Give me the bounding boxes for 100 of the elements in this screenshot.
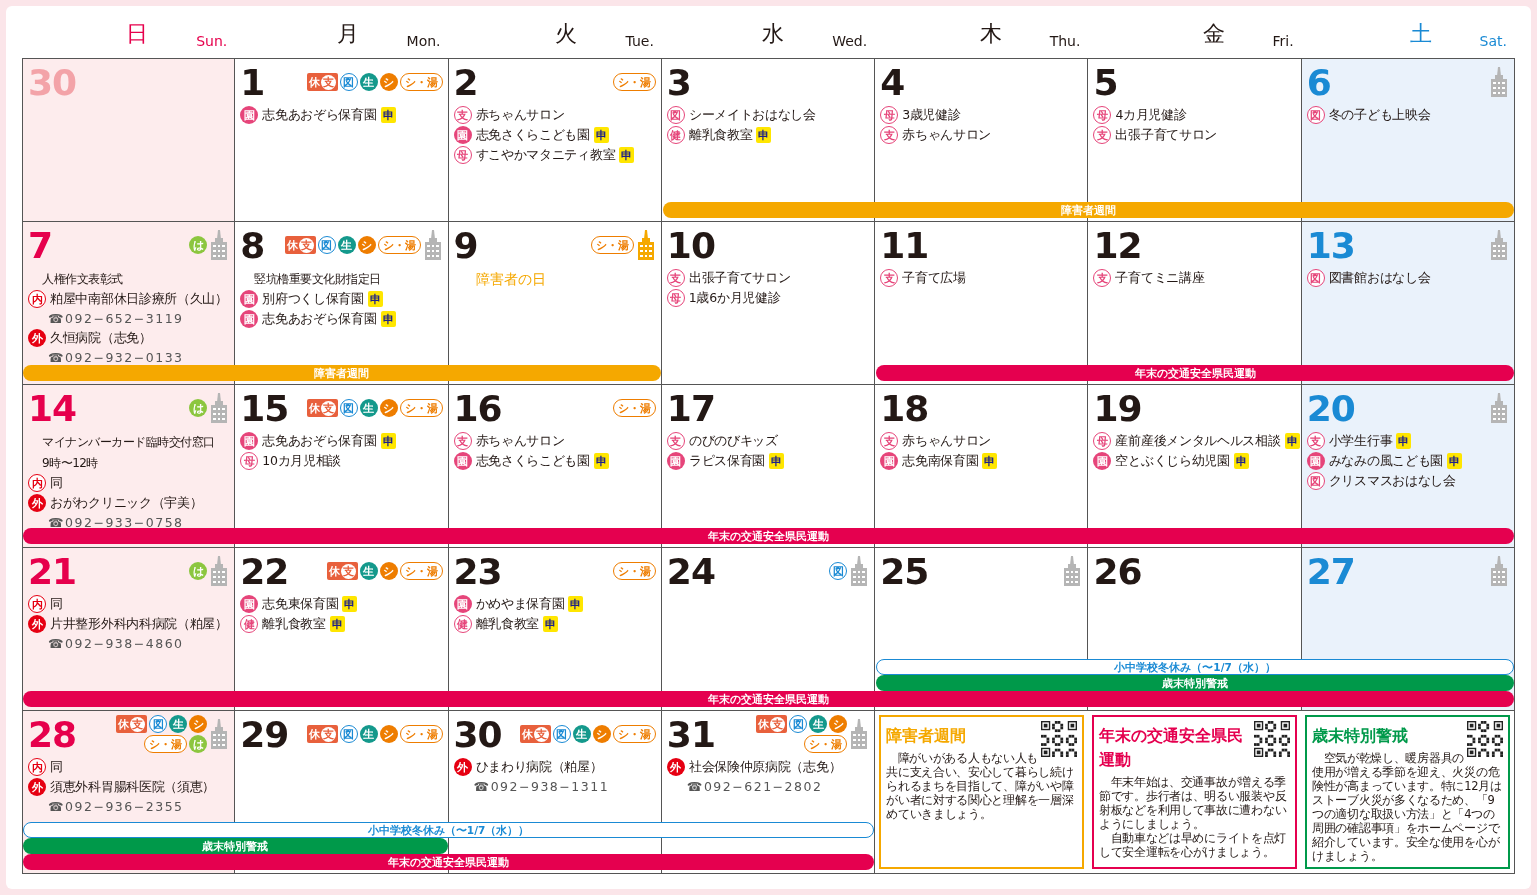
- category-badge: シ・湯: [612, 725, 656, 743]
- category-mark: 外: [453, 758, 472, 776]
- category-mark: 支: [880, 126, 899, 144]
- closed-badge: 休 支: [116, 715, 148, 733]
- category-badge: 図: [317, 236, 336, 254]
- category-badge: 生: [809, 715, 828, 733]
- weekday-name: Thu.: [1049, 34, 1081, 48]
- category-badge: シ: [357, 236, 376, 254]
- event-text: 志免さくらこども園: [475, 452, 590, 470]
- day-number: 14: [28, 391, 77, 427]
- category-mark: 園: [240, 310, 259, 328]
- event-text: のびのびキッズ: [688, 432, 778, 450]
- category-mark: 図: [666, 106, 685, 124]
- weekday-kanji: 日: [126, 23, 149, 45]
- day-number: 27: [1306, 554, 1355, 590]
- category-badge: は: [189, 236, 208, 254]
- category-badge: 生: [359, 725, 378, 743]
- event-text: 志免南保育園: [902, 452, 979, 470]
- category-badge: シ・湯: [377, 236, 421, 254]
- event-text: 3歳児健診: [902, 106, 961, 124]
- tower-icon: [849, 556, 870, 586]
- category-mark: 母: [453, 146, 472, 164]
- category-mark: 園: [453, 595, 472, 613]
- category-badge: シ・湯: [612, 399, 656, 417]
- category-mark: 支: [1306, 432, 1325, 450]
- apply-tag: 申: [619, 147, 635, 163]
- weekday-kanji: 木: [979, 23, 1002, 45]
- tower-icon: [209, 230, 230, 260]
- apply-tag: 申: [1396, 433, 1412, 449]
- period-bar: 障害者週間: [662, 202, 1514, 218]
- event-text: 社会保険仲原病院（志免）: [688, 758, 842, 776]
- category-mark: 園: [240, 106, 259, 124]
- event-text: 小学生行事: [1328, 432, 1393, 450]
- apply-tag: 申: [342, 596, 358, 612]
- tower-icon: [1489, 67, 1509, 97]
- apply-tag: 申: [380, 433, 396, 449]
- category-badge: シ・湯: [612, 73, 656, 91]
- phone-number: ☎092−936−2355: [47, 798, 185, 816]
- event-text: かめやま保育園: [475, 595, 565, 613]
- notice-title: 障害者週間: [886, 726, 967, 745]
- category-badge: 図: [829, 562, 848, 580]
- event-text: 出張子育てサロン: [688, 269, 791, 287]
- category-badge: 図: [339, 725, 358, 743]
- category-badge: 図: [339, 399, 358, 417]
- category-mark: 園: [1093, 452, 1112, 470]
- closed-badge: 休 支: [306, 725, 338, 743]
- category-mark: 図: [1306, 472, 1325, 490]
- category-badge: シ・湯: [144, 735, 188, 753]
- category-mark: 園: [1306, 452, 1325, 470]
- day-number: 5: [1093, 65, 1118, 101]
- event-text: 志免あおぞら保育園: [262, 432, 377, 450]
- event-text: 志免あおぞら保育園: [262, 310, 377, 328]
- period-bar: 小中学校冬休み（〜1/7（水））: [876, 659, 1514, 675]
- category-mark: 母: [666, 289, 685, 307]
- day-number: 1: [240, 65, 265, 101]
- event-text: 赤ちゃんサロン: [902, 126, 992, 144]
- phone-number: ☎092−938−4860: [47, 635, 185, 653]
- tower-icon: [1489, 393, 1509, 423]
- category-badge: シ・湯: [399, 725, 443, 743]
- weekday-name: Tue.: [625, 34, 654, 48]
- day-number: 3: [666, 65, 691, 101]
- event-text: 10カ月児相談: [262, 452, 342, 470]
- observance-text: 障害者の日: [474, 270, 547, 289]
- day-number: 6: [1306, 65, 1331, 101]
- category-badge: シ: [379, 725, 398, 743]
- apply-tag: 申: [543, 616, 559, 632]
- notice-text: 年末年始は、交通事故が増える季節です。歩行者は、明るい服装や反射板などを利用して事故に遭わないようにしましょう。: [1099, 775, 1288, 831]
- apply-tag: 申: [982, 453, 998, 469]
- event-text: 赤ちゃんサロン: [475, 432, 565, 450]
- tower-icon: [1489, 230, 1509, 260]
- category-mark: 図: [1306, 106, 1325, 124]
- category-mark: 園: [453, 126, 472, 144]
- event-text: 須恵外科胃腸科医院（須恵）: [50, 778, 216, 796]
- period-bar: 歳末特別警戒: [876, 675, 1514, 691]
- period-bar: 年末の交通安全県民運動: [23, 854, 875, 870]
- category-badge: 図: [552, 725, 571, 743]
- day-number: 30: [453, 717, 502, 753]
- category-mark: 健: [453, 615, 472, 633]
- event-text: 赤ちゃんサロン: [475, 106, 565, 124]
- category-mark: 母: [880, 106, 899, 124]
- qr-code-icon: [1041, 721, 1078, 757]
- category-badge: 生: [359, 562, 378, 580]
- day-number: 29: [240, 717, 289, 753]
- event-text: 赤ちゃんサロン: [902, 432, 992, 450]
- category-mark: 内: [28, 758, 46, 776]
- tower-icon: [422, 230, 443, 260]
- day-number: 19: [1093, 391, 1142, 427]
- event-text: 竪坑櫓重要文化財指定日: [254, 272, 381, 286]
- apply-tag: 申: [367, 291, 383, 307]
- category-mark: 園: [880, 452, 899, 470]
- category-badge: は: [189, 399, 208, 417]
- event-text: 空とぶくじら幼児園: [1115, 452, 1230, 470]
- category-badge: 図: [789, 715, 808, 733]
- category-mark: 園: [666, 452, 685, 470]
- day-number: 21: [28, 554, 77, 590]
- event-text: 離乳食教室: [262, 615, 326, 633]
- category-mark: 母: [1093, 106, 1112, 124]
- period-bar: 小中学校冬休み（〜1/7（水））: [23, 822, 875, 838]
- event-text: クリスマスおはなし会: [1328, 472, 1456, 490]
- qr-code-icon: [1467, 721, 1503, 757]
